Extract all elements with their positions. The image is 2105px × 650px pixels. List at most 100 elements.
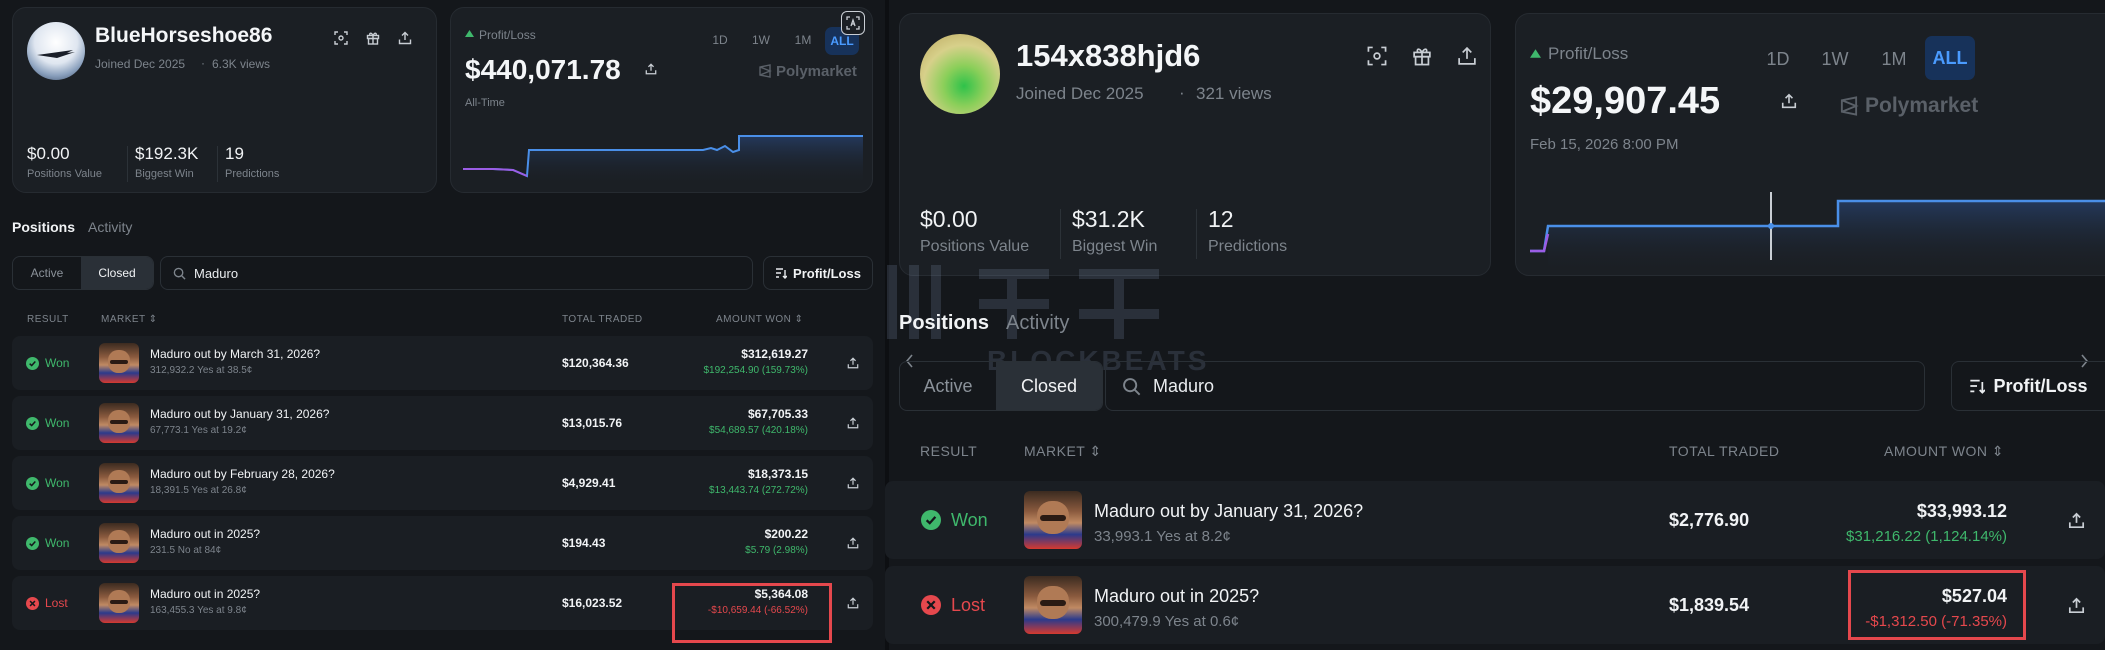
polymarket-brand: Polymarket (1865, 94, 1979, 117)
share-icon[interactable] (1778, 90, 1800, 112)
share-icon[interactable] (2068, 566, 2085, 644)
table-row[interactable]: Won Maduro out in 2025? 231.5 No at 84¢ … (12, 516, 873, 570)
stat-predictions-label: Predictions (225, 168, 280, 180)
status-filter: Active Closed (899, 361, 1103, 411)
column-amount-won[interactable]: AMOUNT WON ⇕ (1884, 443, 2004, 460)
scan-icon[interactable] (331, 28, 351, 48)
share-icon[interactable] (2068, 481, 2085, 559)
stat-positions-label: Positions Value (920, 238, 1030, 255)
range-1d[interactable]: 1D (705, 27, 735, 53)
result-label: Won (951, 509, 988, 530)
tab-activity[interactable]: Activity (88, 219, 132, 235)
status-filter: Active Closed (12, 256, 154, 290)
pnl-card: Profit/Loss $440,071.78 All-Time 1D 1W 1… (450, 7, 873, 193)
market-title[interactable]: Maduro out by February 28, 2026? (150, 467, 335, 481)
range-1w[interactable]: 1W (1814, 39, 1856, 79)
share-icon[interactable] (847, 576, 859, 630)
range-1d[interactable]: 1D (1757, 39, 1799, 79)
sort-profit-loss-button[interactable]: Profit/Loss (763, 256, 873, 290)
share-icon[interactable] (847, 516, 859, 570)
market-detail: 312,932.2 Yes at 38.5¢ (150, 365, 253, 376)
table-row[interactable]: Won Maduro out by March 31, 2026? 312,93… (12, 336, 873, 390)
share-icon[interactable] (643, 61, 659, 77)
market-detail: 18,391.5 Yes at 26.8¢ (150, 485, 247, 496)
market-title[interactable]: Maduro out by March 31, 2026? (150, 347, 320, 361)
search-input[interactable]: Maduro (160, 256, 753, 290)
pnl-card: Profit/Loss $29,907.45 Feb 15, 2026 8:00… (1515, 13, 2105, 276)
check-circle-icon (26, 356, 39, 370)
market-title[interactable]: Maduro out by January 31, 2026? (150, 407, 329, 421)
profit-loss: $192,254.90 (159.73%) (703, 365, 808, 376)
amount-won: $312,619.27 (741, 347, 808, 361)
pnl-value: $440,071.78 (465, 54, 621, 85)
range-1w[interactable]: 1W (745, 27, 777, 53)
polymarket-logo-icon (758, 64, 772, 78)
x-circle-icon (921, 595, 941, 615)
column-market[interactable]: MARKET ⇕ (101, 314, 158, 325)
share-icon[interactable] (395, 28, 415, 48)
filter-closed[interactable]: Closed (81, 257, 153, 289)
profit-loss: $31,216.22 (1,124.14%) (1846, 528, 2007, 545)
market-thumbnail (1024, 576, 1082, 634)
market-title[interactable]: Maduro out by January 31, 2026? (1094, 501, 1363, 522)
column-market[interactable]: MARKET ⇕ (1024, 443, 1102, 460)
search-value: Maduro (194, 265, 239, 281)
column-amount-won-label: AMOUNT WON (716, 314, 792, 325)
result-label: Won (45, 356, 70, 370)
check-circle-icon (26, 476, 39, 490)
stat-biggest-win-label: Biggest Win (1072, 238, 1158, 255)
market-thumbnail (99, 583, 139, 623)
pnl-chart[interactable] (1530, 174, 2105, 274)
range-all[interactable]: ALL (1925, 36, 1975, 80)
avatar (27, 22, 85, 80)
tab-positions[interactable]: Positions (12, 219, 75, 235)
stat-positions-label: Positions Value (27, 168, 103, 180)
view-count: 321 views (1196, 84, 1272, 103)
tab-activity[interactable]: Activity (1006, 312, 1069, 335)
pnl-chart[interactable] (463, 126, 863, 186)
pnl-value: $29,907.45 (1530, 80, 1721, 122)
tab-positions[interactable]: Positions (899, 312, 989, 335)
market-detail: 33,993.1 Yes at 8.2¢ (1094, 528, 1231, 545)
gift-icon[interactable] (363, 28, 383, 48)
pnl-label: Profit/Loss (1548, 44, 1629, 63)
profile-card: 154x838hjd6 Joined Dec 2025 · 321 views … (899, 13, 1491, 276)
range-1m[interactable]: 1M (1873, 39, 1915, 79)
result-badge: Won (26, 516, 69, 570)
filter-active[interactable]: Active (900, 362, 996, 410)
sort-label: Profit/Loss (1993, 375, 2088, 396)
market-detail: 67,773.1 Yes at 19.2¢ (150, 425, 247, 436)
left-screenshot-panel: BlueHorseshoe86 Joined Dec 2025 · 6.3K v… (0, 0, 885, 650)
market-title[interactable]: Maduro out in 2025? (150, 587, 260, 601)
share-icon[interactable] (847, 336, 859, 390)
result-label: Won (45, 476, 70, 490)
translate-icon[interactable] (841, 11, 865, 35)
market-title[interactable]: Maduro out in 2025? (1094, 586, 1259, 607)
pnl-period: All-Time (465, 97, 505, 109)
share-icon[interactable] (1453, 42, 1481, 70)
table-row[interactable]: Won Maduro out by January 31, 2026? 67,7… (12, 396, 873, 450)
stat-predictions-value: 12 (1208, 206, 1234, 232)
gift-icon[interactable] (1408, 42, 1436, 70)
scan-icon[interactable] (1363, 42, 1391, 70)
search-input[interactable]: Maduro (1105, 361, 1925, 411)
table-row[interactable]: Won Maduro out by February 28, 2026? 18,… (12, 456, 873, 510)
share-icon[interactable] (847, 396, 859, 450)
sort-profit-loss-button[interactable]: Profit/Loss (1951, 361, 2105, 411)
filter-active[interactable]: Active (13, 257, 81, 289)
share-icon[interactable] (847, 456, 859, 510)
column-amount-won[interactable]: AMOUNT WON ⇕ (716, 314, 804, 325)
filter-closed[interactable]: Closed (996, 362, 1102, 410)
market-title[interactable]: Maduro out in 2025? (150, 527, 260, 541)
profit-loss: $13,443.74 (272.72%) (709, 485, 808, 496)
table-row[interactable]: Won Maduro out by January 31, 2026? 33,9… (885, 481, 2105, 559)
sort-arrows-icon: ⇕ (148, 314, 158, 325)
stat-predictions-label: Predictions (1208, 238, 1288, 255)
range-1m[interactable]: 1M (787, 27, 819, 53)
polymarket-logo-icon (1839, 96, 1859, 116)
stat-biggest-win-label: Biggest Win (135, 168, 194, 180)
joined-date: Joined Dec 2025 (1016, 84, 1144, 103)
total-traded: $16,023.52 (562, 596, 623, 610)
stat-positions-value: $0.00 (920, 206, 978, 232)
stat-divider (1060, 209, 1061, 259)
